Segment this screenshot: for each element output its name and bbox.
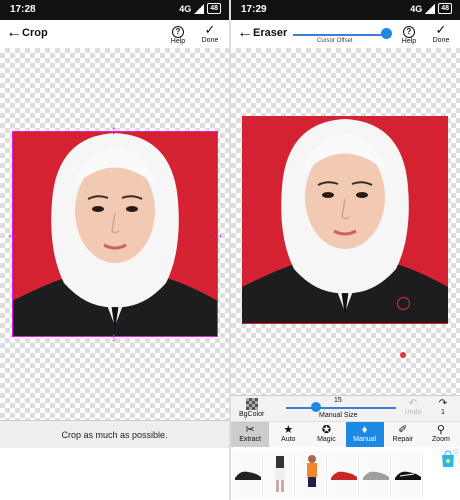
crop-hint: Crop as much as possible. <box>0 420 229 448</box>
done-button[interactable]: ✓ Done <box>429 22 453 44</box>
photo-image[interactable] <box>242 116 448 324</box>
network-label: 4G <box>410 3 423 14</box>
eraser-touch-point[interactable] <box>400 352 406 358</box>
status-time: 17:29 <box>241 4 267 15</box>
ad-product-image[interactable] <box>297 450 327 497</box>
eraser-screen: 17:29 4G 48 ← Eraser Cursor Offset ? Hel… <box>231 0 460 500</box>
eraser-icon: ♦ <box>361 424 368 436</box>
tool-magic[interactable]: ✪ Magic <box>307 422 345 447</box>
signal-icon <box>425 3 436 14</box>
portrait-image <box>242 117 448 323</box>
redo-button[interactable]: ↷ 1 <box>433 398 453 416</box>
undo-button[interactable]: ↶ Undo <box>403 398 423 416</box>
ad-product-image[interactable] <box>393 450 423 497</box>
checkerboard-icon <box>245 398 258 410</box>
scissors-icon: ✂ <box>245 424 255 436</box>
status-time: 17:28 <box>10 4 36 15</box>
back-arrow-icon[interactable]: ← <box>6 25 22 41</box>
network-label: 4G <box>179 3 192 14</box>
cursor-offset-knob[interactable] <box>381 28 392 39</box>
ad-product-image[interactable] <box>361 450 391 497</box>
ad-product-image[interactable] <box>233 450 263 497</box>
page-title: Eraser <box>253 27 288 39</box>
status-bar: 17:28 4G 48 <box>0 0 229 20</box>
crop-handle-left[interactable]: ↔ <box>6 228 18 240</box>
page-title: Crop <box>22 27 48 39</box>
eraser-cursor-ring <box>397 297 410 310</box>
cursor-offset-label: Cursor Offset <box>317 38 353 44</box>
back-arrow-icon[interactable]: ← <box>237 25 253 41</box>
ad-product-image[interactable] <box>265 450 295 497</box>
crop-handle-right[interactable]: ↔ <box>212 228 224 240</box>
status-bar: 17:29 4G 48 <box>231 0 460 20</box>
help-icon: ? <box>172 26 184 38</box>
eraser-controls: BgColor 15 Manual Size ↶ Undo ↷ 1 <box>231 395 460 421</box>
crop-handle-top[interactable]: ↕ <box>108 124 120 136</box>
magic-star-icon: ✪ <box>321 424 332 436</box>
undo-icon: ↶ <box>408 398 418 409</box>
crop-screen: 17:28 4G 48 ← Crop ? Help ✓ Done ↕ ↕ ↔ ↔… <box>0 0 229 500</box>
done-button[interactable]: ✓ Done <box>198 22 222 44</box>
brush-icon: ✐ <box>398 424 408 436</box>
bgcolor-button[interactable]: BgColor <box>239 398 264 418</box>
tool-repair[interactable]: ✐ Repair <box>384 422 422 447</box>
crop-toolbar: ← Crop ? Help ✓ Done <box>0 20 229 48</box>
redo-icon: ↷ <box>438 398 448 409</box>
size-label: Manual Size <box>319 412 358 419</box>
tool-extract[interactable]: ✂ Extract <box>231 422 270 447</box>
battery-icon: 48 <box>438 3 452 14</box>
manual-size-slider[interactable] <box>286 407 396 409</box>
ad-info-icon[interactable]: ⓘ <box>453 448 459 457</box>
eraser-toolbar: ← Eraser Cursor Offset ? Help ✓ Done <box>231 20 460 48</box>
crop-handle-bottom[interactable]: ↕ <box>108 331 120 343</box>
eraser-tools-bar: ✂ Extract ★ Auto ✪ Magic ♦ Manual ✐ Repa… <box>231 421 460 447</box>
help-button[interactable]: ? Help <box>166 22 190 45</box>
tool-manual[interactable]: ♦ Manual <box>345 422 384 447</box>
cursor-offset-slider[interactable] <box>293 34 387 36</box>
tool-zoom[interactable]: ⚲ Zoom <box>422 422 460 447</box>
ad-banner[interactable]: ⓘ <box>231 447 460 500</box>
crop-frame[interactable] <box>12 131 218 337</box>
manual-size-knob[interactable] <box>311 402 321 412</box>
battery-icon: 48 <box>207 3 221 14</box>
ad-product-image[interactable] <box>329 450 359 497</box>
check-icon: ✓ <box>204 22 216 37</box>
help-icon: ? <box>403 26 415 38</box>
tool-auto[interactable]: ★ Auto <box>269 422 307 447</box>
search-icon: ⚲ <box>436 424 445 436</box>
help-button[interactable]: ? Help <box>397 22 421 45</box>
size-value: 15 <box>334 397 342 404</box>
check-icon: ✓ <box>435 22 447 37</box>
star-icon: ★ <box>283 424 294 436</box>
signal-icon <box>194 3 205 14</box>
